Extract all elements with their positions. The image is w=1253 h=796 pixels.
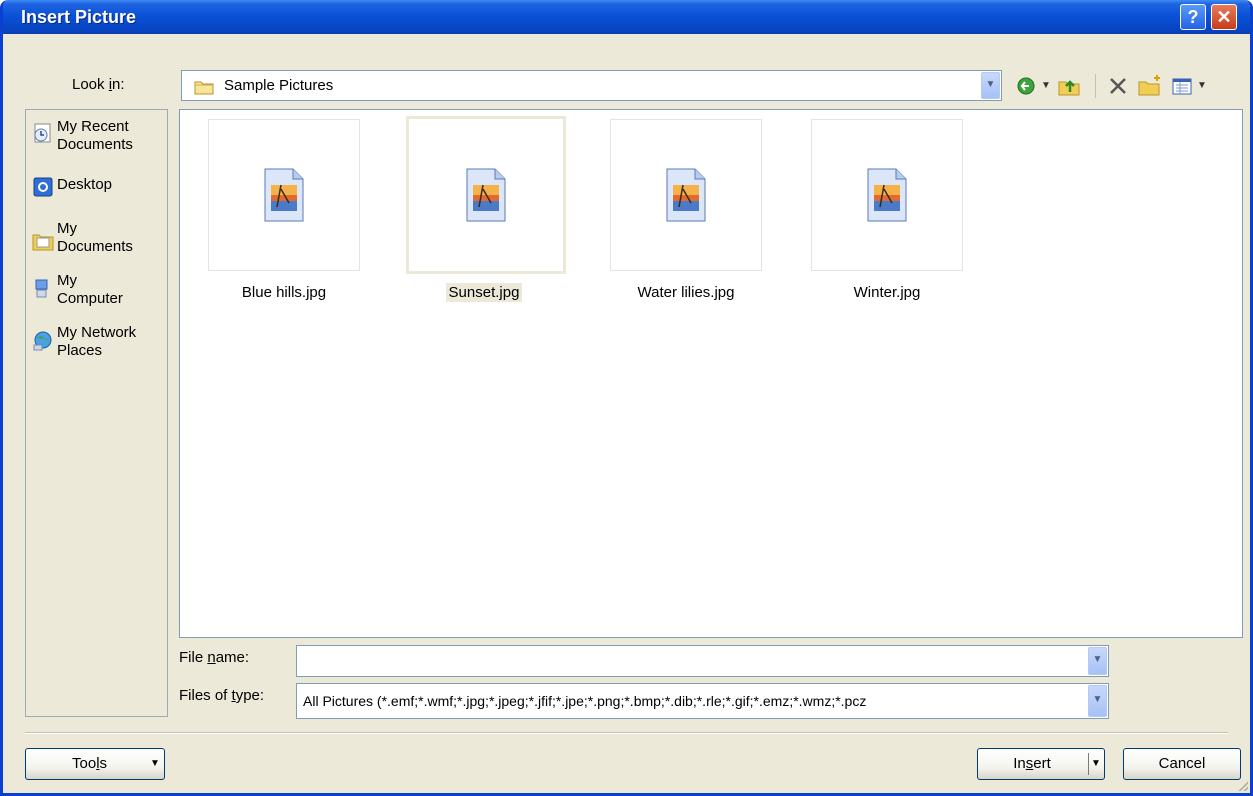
place-label: My Documents — [57, 220, 133, 255]
views-dropdown-arrow-icon[interactable]: ▼ — [1197, 72, 1207, 100]
place-label: My Recent Documents — [57, 118, 133, 153]
chevron-down-icon: ▼ — [150, 758, 160, 769]
place-my-documents[interactable]: My Documents — [32, 220, 167, 260]
tools-label: Tools — [72, 755, 108, 772]
recent-documents-icon — [34, 123, 51, 143]
place-label: My Computer — [57, 272, 123, 307]
insert-picture-dialog: Insert Picture ? ✕ Look in: Sample Pictu… — [0, 0, 1253, 796]
chevron-down-icon[interactable]: ▼ — [981, 72, 1000, 99]
place-desktop[interactable]: Desktop — [32, 176, 167, 200]
insert-button[interactable]: Insert ▼ — [977, 748, 1105, 780]
place-my-network-places[interactable]: My Network Places — [32, 324, 167, 364]
place-my-recent-documents[interactable]: My Recent Documents — [32, 118, 167, 158]
divider — [25, 732, 1228, 734]
files-of-type-label: Files of type: — [179, 687, 265, 704]
close-button[interactable]: ✕ — [1211, 4, 1237, 30]
delete-icon[interactable] — [1107, 72, 1129, 100]
place-label: Desktop — [57, 176, 113, 193]
cancel-button[interactable]: Cancel — [1123, 748, 1241, 780]
file-thumbnail — [406, 116, 566, 274]
window-title: Insert Picture — [21, 7, 137, 27]
insert-options-chevron-icon[interactable]: ▼ — [1088, 753, 1103, 775]
my-documents-icon — [32, 234, 54, 251]
place-label: My Network Places — [57, 324, 137, 359]
new-folder-icon[interactable] — [1137, 72, 1163, 100]
file-name-label: Winter.jpg — [853, 284, 921, 301]
file-thumbnail — [208, 119, 360, 271]
file-name-label: Sunset.jpg — [408, 283, 560, 302]
resize-grip-icon[interactable] — [1236, 779, 1248, 791]
image-file-icon — [666, 168, 706, 222]
desktop-icon — [33, 177, 53, 197]
files-of-type-dropdown[interactable]: All Pictures (*.emf;*.wmf;*.jpg;*.jpeg;*… — [296, 683, 1109, 719]
files-of-type-value: All Pictures (*.emf;*.wmf;*.jpg;*.jpeg;*… — [303, 693, 867, 709]
chevron-down-icon[interactable]: ▼ — [1088, 647, 1107, 675]
help-button[interactable]: ? — [1180, 4, 1206, 30]
file-name-label: Blue hills.jpg — [241, 284, 327, 301]
network-places-icon — [33, 331, 52, 351]
views-icon[interactable] — [1171, 72, 1193, 100]
back-icon[interactable] — [1015, 72, 1037, 100]
file-name-input[interactable]: ▼ — [296, 645, 1109, 677]
back-dropdown-arrow-icon[interactable]: ▼ — [1041, 72, 1051, 100]
file-thumbnail — [811, 119, 963, 271]
title-bar[interactable]: Insert Picture ? ✕ — [3, 0, 1250, 34]
places-bar: My Recent Documents Desktop My Documents… — [25, 109, 168, 717]
folder-icon — [194, 81, 214, 95]
image-file-icon — [867, 168, 907, 222]
image-file-icon — [264, 168, 304, 222]
my-computer-icon — [35, 279, 48, 298]
file-name-field-label: File name: — [179, 649, 250, 666]
file-list-view[interactable]: Blue hills.jpg Sunset.jpg Water lilies.j… — [179, 109, 1243, 638]
look-in-value: Sample Pictures — [224, 77, 334, 94]
look-in-label: Look in: — [72, 76, 125, 93]
tools-button[interactable]: Tools ▼ — [25, 748, 165, 780]
image-file-icon — [466, 168, 506, 222]
place-my-computer[interactable]: My Computer — [32, 272, 167, 312]
look-in-dropdown[interactable]: Sample Pictures ▼ — [181, 70, 1002, 101]
up-one-level-icon[interactable] — [1057, 72, 1081, 100]
file-name-label: Water lilies.jpg — [637, 284, 735, 301]
chevron-down-icon[interactable]: ▼ — [1088, 685, 1107, 717]
insert-label: Insert — [1013, 755, 1051, 772]
toolbar-separator — [1095, 74, 1096, 98]
file-thumbnail — [610, 119, 762, 271]
